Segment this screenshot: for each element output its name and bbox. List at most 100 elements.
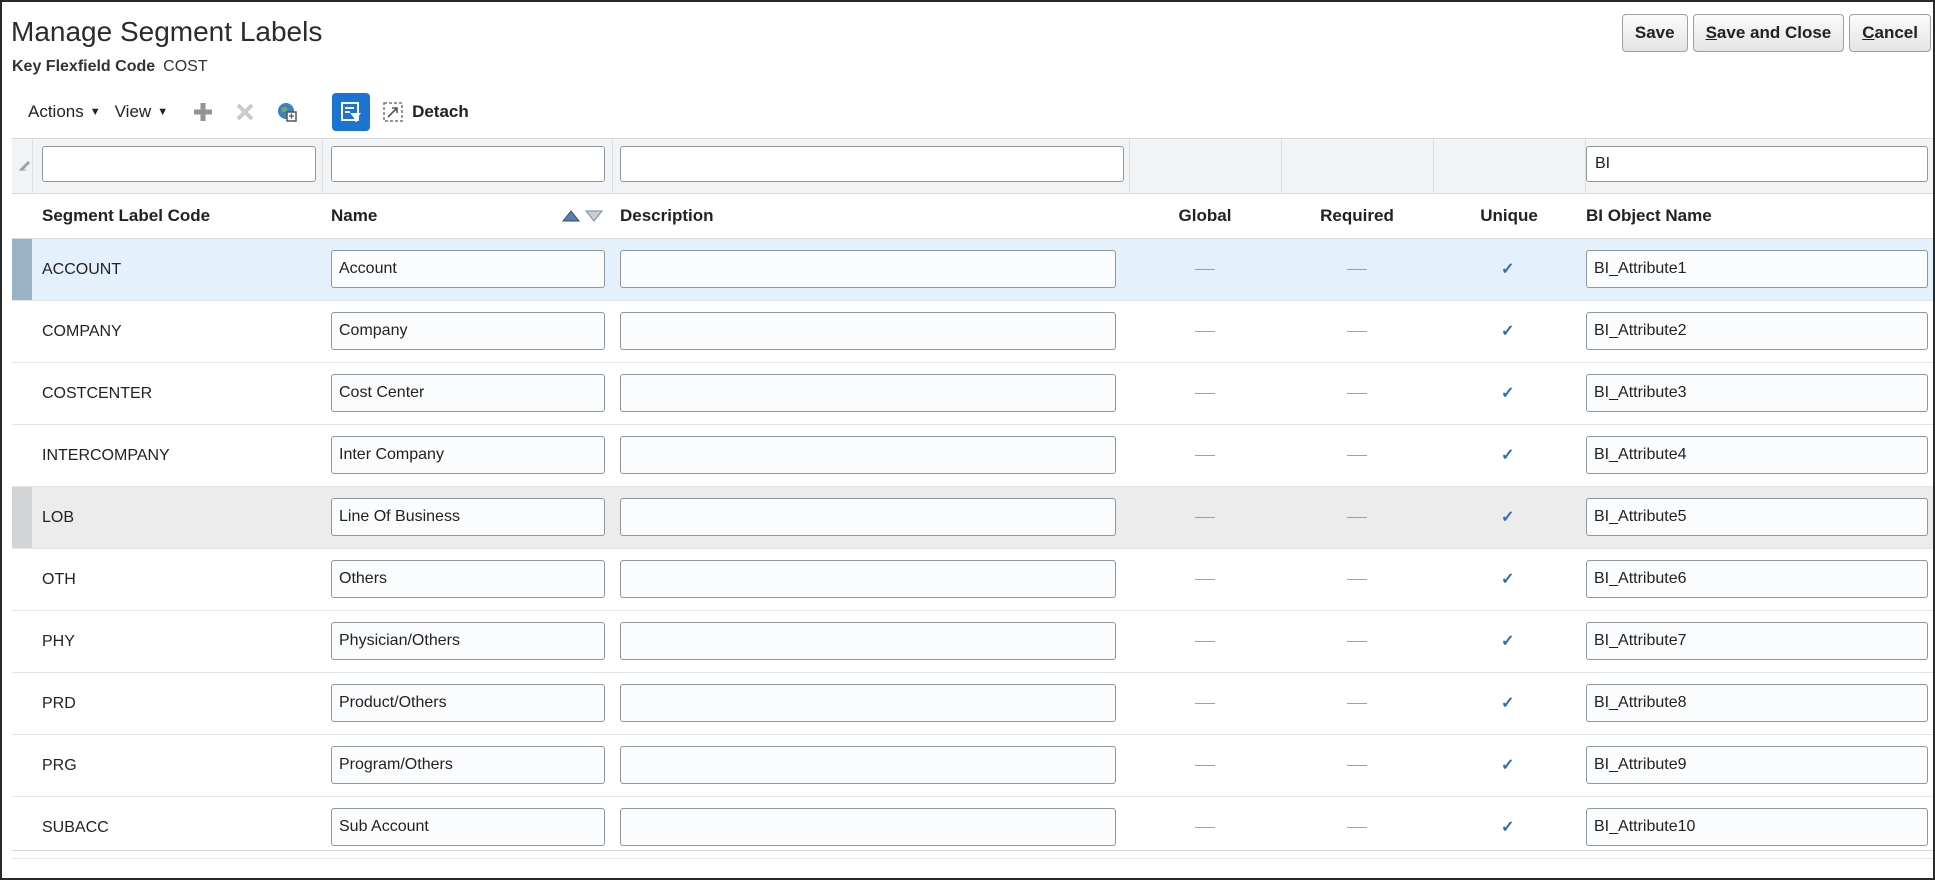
column-header-global[interactable]: Global — [1129, 193, 1281, 238]
column-header-code[interactable]: Segment Label Code — [42, 193, 210, 238]
row-selection-marker — [12, 549, 32, 610]
name-input[interactable] — [331, 312, 605, 350]
description-input[interactable] — [620, 250, 1116, 288]
view-menu[interactable]: View ▼ — [115, 102, 168, 122]
column-header-description[interactable]: Description — [620, 193, 714, 238]
query-by-example-icon[interactable] — [332, 93, 371, 131]
save-and-close-label: ave and Close — [1716, 23, 1832, 42]
required-unchecked-icon — [1347, 269, 1367, 270]
bi-object-name-input[interactable] — [1586, 560, 1928, 598]
required-unchecked-icon — [1347, 455, 1367, 456]
column-header-unique[interactable]: Unique — [1433, 193, 1585, 238]
segment-label-code: COMPANY — [42, 323, 122, 340]
table-row[interactable]: PHY ✓ — [12, 611, 1933, 673]
description-input[interactable] — [620, 622, 1116, 660]
actions-menu-label: Actions — [28, 102, 84, 121]
name-input[interactable] — [331, 560, 605, 598]
key-flexfield-code: Key Flexfield Code COST — [12, 58, 208, 76]
table-row[interactable]: PRD ✓ — [12, 673, 1933, 735]
detach-button[interactable]: Detach — [382, 101, 469, 123]
description-input[interactable] — [620, 808, 1116, 846]
name-input[interactable] — [331, 498, 605, 536]
filter-input-code[interactable] — [42, 146, 316, 182]
query-by-example-row — [12, 138, 1933, 194]
row-selection-marker — [12, 673, 32, 734]
row-selection-marker — [12, 363, 32, 424]
description-input[interactable] — [620, 684, 1116, 722]
required-unchecked-icon — [1347, 827, 1367, 828]
description-input[interactable] — [620, 560, 1116, 598]
name-input[interactable] — [331, 622, 605, 660]
table-row[interactable]: LOB ✓ — [12, 487, 1933, 549]
bi-object-name-input[interactable] — [1586, 374, 1928, 412]
global-unchecked-icon — [1195, 331, 1215, 332]
sort-controls — [561, 209, 604, 223]
unique-check-icon: ✓ — [1501, 261, 1515, 278]
save-and-close-button[interactable]: Save and Close — [1692, 14, 1845, 52]
filter-clear-cell — [12, 139, 33, 193]
filter-cell-required — [1281, 139, 1434, 193]
global-unchecked-icon — [1195, 455, 1215, 456]
description-input[interactable] — [620, 312, 1116, 350]
segment-label-code: COSTCENTER — [42, 385, 153, 402]
unique-check-icon: ✓ — [1501, 757, 1515, 774]
table-row[interactable]: PRG ✓ — [12, 735, 1933, 797]
description-input[interactable] — [620, 746, 1116, 784]
column-header-required[interactable]: Required — [1281, 193, 1433, 238]
bi-object-name-input[interactable] — [1586, 312, 1928, 350]
save-and-close-mnemonic: S — [1705, 23, 1717, 42]
add-icon[interactable] — [188, 97, 218, 127]
table-row[interactable]: ACCOUNT ✓ — [12, 239, 1933, 301]
segment-label-code: OTH — [42, 571, 76, 588]
filter-input-bi-object-name[interactable] — [1586, 146, 1928, 182]
segment-label-code: INTERCOMPANY — [42, 447, 170, 464]
manage-segment-labels-page: Manage Segment Labels Key Flexfield Code… — [0, 0, 1935, 880]
name-input[interactable] — [331, 436, 605, 474]
name-input[interactable] — [331, 684, 605, 722]
unique-check-icon: ✓ — [1501, 323, 1515, 340]
name-input[interactable] — [331, 746, 605, 784]
globe-query-icon[interactable] — [272, 97, 302, 127]
unique-check-icon: ✓ — [1501, 571, 1515, 588]
table-row[interactable]: OTH ✓ — [12, 549, 1933, 611]
bi-object-name-input[interactable] — [1586, 436, 1928, 474]
table-row[interactable]: COSTCENTER ✓ — [12, 363, 1933, 425]
unique-check-icon: ✓ — [1501, 447, 1515, 464]
bi-object-name-input[interactable] — [1586, 498, 1928, 536]
bi-object-name-input[interactable] — [1586, 250, 1928, 288]
table-toolbar: Actions ▼ View ▼ Detach — [12, 92, 469, 132]
segment-label-code: LOB — [42, 509, 75, 526]
table-row[interactable]: COMPANY ✓ — [12, 301, 1933, 363]
page-buttons: Save Save and Close Cancel — [1621, 14, 1931, 52]
filter-cell-global — [1129, 139, 1282, 193]
filter-input-name[interactable] — [331, 146, 605, 182]
bi-object-name-input[interactable] — [1586, 622, 1928, 660]
clear-filter-icon[interactable] — [18, 157, 32, 171]
actions-menu[interactable]: Actions ▼ — [28, 102, 101, 122]
bi-object-name-input[interactable] — [1586, 684, 1928, 722]
name-input[interactable] — [331, 374, 605, 412]
table-header: Segment Label Code Name Description Glob… — [12, 193, 1933, 239]
save-button[interactable]: Save — [1621, 14, 1688, 52]
segment-label-code: PHY — [42, 633, 75, 650]
bi-object-name-input[interactable] — [1586, 808, 1928, 846]
description-input[interactable] — [620, 436, 1116, 474]
sort-ascending-icon[interactable] — [561, 209, 581, 223]
description-input[interactable] — [620, 374, 1116, 412]
delete-icon[interactable] — [230, 97, 260, 127]
column-header-bi-object-name[interactable]: BI Object Name — [1586, 193, 1712, 238]
table-row[interactable]: INTERCOMPANY ✓ — [12, 425, 1933, 487]
sort-descending-icon[interactable] — [584, 209, 604, 223]
table-bottom-border — [12, 850, 1933, 851]
row-selection-marker — [12, 797, 32, 858]
description-input[interactable] — [620, 498, 1116, 536]
name-input[interactable] — [331, 250, 605, 288]
bi-object-name-input[interactable] — [1586, 746, 1928, 784]
global-unchecked-icon — [1195, 641, 1215, 642]
row-selection-marker — [12, 239, 32, 300]
column-header-name[interactable]: Name — [331, 193, 377, 238]
filter-input-description[interactable] — [620, 146, 1124, 182]
cancel-button[interactable]: Cancel — [1849, 14, 1931, 52]
name-input[interactable] — [331, 808, 605, 846]
segment-label-code: SUBACC — [42, 819, 109, 836]
